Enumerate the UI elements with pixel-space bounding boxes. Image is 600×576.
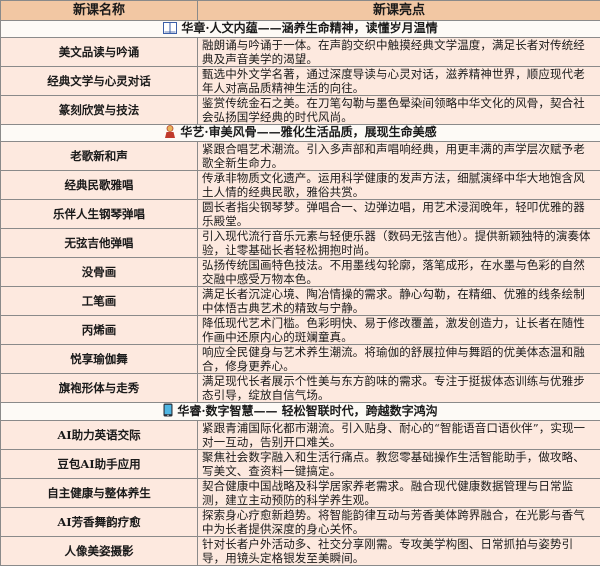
- course-highlight: 满足长者沉淀心境、陶冶情操的需求。静心勾勒，在精细、优雅的线条绘制中体悟古典艺术…: [197, 286, 600, 316]
- course-name: 自主健康与整体养生: [0, 478, 198, 508]
- course-highlight: 紧跟合唱艺术潮流。引入多声部和声唱响经典，用更丰满的声学层次赋予老歌全新生命力。: [197, 141, 600, 171]
- course-highlight: 聚焦社会数字融入和生活行痛点。教您零基础操作生活智能助手，做攻略、写美文、查资料…: [197, 449, 600, 479]
- course-name: 无弦吉他弹唱: [0, 228, 198, 258]
- course-name: 篆刻欣赏与技法: [0, 95, 198, 125]
- table-row: 丙烯画 降低现代艺术门槛。色彩明快、易于修改覆盖，激发创造力，让长者在随性作画中…: [0, 315, 600, 345]
- course-name: 经典民歌雅唱: [0, 170, 198, 200]
- course-name: 美文品读与吟诵: [0, 37, 198, 67]
- header-course-highlights: 新课亮点: [197, 0, 600, 21]
- table-row: 篆刻欣赏与技法 鉴赏传统金石之美。在刀笔勾勒与墨色晕染间领略中华文化的风骨，契合…: [0, 95, 600, 125]
- table-row: 人像美姿摄影 针对长者户外活动多、社交分享刚需。专攻美学构图、日常抓拍与姿势引导…: [0, 536, 600, 566]
- course-name: 工笔画: [0, 286, 198, 316]
- book-icon: [163, 22, 178, 37]
- performer-icon: [164, 125, 176, 141]
- section-row-digital: 华睿·数字智慧—— 轻松智联时代，跨越数字鸿沟: [0, 402, 600, 421]
- table-row: 老歌新和声 紧跟合唱艺术潮流。引入多声部和声唱响经典，用更丰满的声学层次赋予老歌…: [0, 141, 600, 171]
- table-row: 经典文学与心灵对话 甄选中外文学名著，通过深度导读与心灵对话，滋养精神世界，顺应…: [0, 66, 600, 96]
- header-row: 新课名称 新课亮点: [0, 0, 600, 21]
- table-row: 悦享瑜伽舞 响应全民健身与艺术养生潮流。将瑜伽的舒展拉伸与舞蹈的优美体态温和融合…: [0, 344, 600, 374]
- section-row-arts: 华艺·审美风骨——雅化生活品质，展现生命美感: [0, 124, 600, 142]
- section-title: 华章·人文内蕴——涵养生命精神，读懂岁月温情: [181, 21, 438, 36]
- course-highlight: 传承非物质文化遗产。运用科学健康的发声方法，细腻演绎中华大地饱含风土人情的经典民…: [197, 170, 600, 200]
- course-name: 悦享瑜伽舞: [0, 344, 198, 374]
- course-name: 丙烯画: [0, 315, 198, 345]
- course-highlight: 甄选中外文学名著，通过深度导读与心灵对话，滋养精神世界，顺应现代老年人对高品质精…: [197, 66, 600, 96]
- course-highlight: 响应全民健身与艺术养生潮流。将瑜伽的舒展拉伸与舞蹈的优美体态温和融合，修身更养心…: [197, 344, 600, 374]
- table-row: AI助力英语交际 紧跟青浦国际化都市潮流。引入贴身、耐心的“智能语音口语伙伴”，…: [0, 420, 600, 450]
- course-highlight: 紧跟青浦国际化都市潮流。引入贴身、耐心的“智能语音口语伙伴”，实现一对一互动，告…: [197, 420, 600, 450]
- course-name: AI助力英语交际: [0, 420, 198, 450]
- course-highlight: 降低现代艺术门槛。色彩明快、易于修改覆盖，激发创造力，让长者在随性作画中还原内心…: [197, 315, 600, 345]
- section-title: 华艺·审美风骨——雅化生活品质，展现生命美感: [180, 125, 437, 140]
- table-row: 美文品读与吟诵 融朗诵与吟诵于一体。在声韵交织中触摸经典文学温度，满足长者对传统…: [0, 37, 600, 67]
- table-row: 乐伴人生钢琴弹唱 圆长者指尖钢琴梦。弹唱合一、边弹边唱，用艺术浸润晚年，轻叩优雅…: [0, 199, 600, 229]
- course-name: 人像美姿摄影: [0, 536, 198, 566]
- course-highlight: 满足现代长者展示个性美与东方韵味的需求。专注于挺拔体态训练与优雅步态引导，绽放自…: [197, 373, 600, 403]
- course-name: 旗袍形体与走秀: [0, 373, 198, 403]
- table-row: 经典民歌雅唱 传承非物质文化遗产。运用科学健康的发声方法，细腻演绎中华大地饱含风…: [0, 170, 600, 200]
- course-name: 乐伴人生钢琴弹唱: [0, 199, 198, 229]
- course-name: 豆包AI助手应用: [0, 449, 198, 479]
- table-row: 工笔画 满足长者沉淀心境、陶冶情操的需求。静心勾勒，在精细、优雅的线条绘制中体悟…: [0, 286, 600, 316]
- course-highlight: 圆长者指尖钢琴梦。弹唱合一、边弹边唱，用艺术浸润晚年，轻叩优雅的器乐殿堂。: [197, 199, 600, 229]
- table-row: 旗袍形体与走秀 满足现代长者展示个性美与东方韵味的需求。专注于挺拔体态训练与优雅…: [0, 373, 600, 403]
- table-row: 没骨画 弘扬传统国画特色技法。不用墨线勾轮廓，落笔成形，在水墨与色彩的自然交融中…: [0, 257, 600, 287]
- header-course-name: 新课名称: [0, 0, 198, 21]
- table-row: 无弦吉他弹唱 引入现代流行音乐元素与轻便乐器（数码无弦吉他）。提供新颖独特的演奏…: [0, 228, 600, 258]
- course-highlight: 融朗诵与吟诵于一体。在声韵交织中触摸经典文学温度，满足长者对传统经典及声音美学的…: [197, 37, 600, 67]
- course-highlight: 探索身心疗愈新趋势。将智能韵律互动与芳香美体跨界融合，在光影与香气中为长者提供深…: [197, 507, 600, 537]
- course-highlight: 针对长者户外活动多、社交分享刚需。专攻美学构图、日常抓拍与姿势引导，用镜头定格银…: [197, 536, 600, 566]
- course-highlight: 鉴赏传统金石之美。在刀笔勾勒与墨色晕染间领略中华文化的风骨，契合社会弘扬国学经典…: [197, 95, 600, 125]
- course-table: 新课名称 新课亮点 华章·人文内蕴——涵养生命精神，读懂岁月温情 美文品读与吟诵…: [0, 0, 600, 566]
- course-highlight: 契合健康中国战略及科学居家养老需求。融合现代健康数据管理与日常监测，建立主动预防…: [197, 478, 600, 508]
- table-row: 自主健康与整体养生 契合健康中国战略及科学居家养老需求。融合现代健康数据管理与日…: [0, 478, 600, 508]
- section-row-humanities: 华章·人文内蕴——涵养生命精神，读懂岁月温情: [0, 20, 600, 38]
- course-name: 经典文学与心灵对话: [0, 66, 198, 96]
- table-row: AI芳香舞韵疗愈 探索身心疗愈新趋势。将智能韵律互动与芳香美体跨界融合，在光影与…: [0, 507, 600, 537]
- course-highlight: 引入现代流行音乐元素与轻便乐器（数码无弦吉他）。提供新颖独特的演奏体验，让零基础…: [197, 228, 600, 258]
- course-highlight: 弘扬传统国画特色技法。不用墨线勾轮廓，落笔成形，在水墨与色彩的自然交融中感受万物…: [197, 257, 600, 287]
- course-name: 没骨画: [0, 257, 198, 287]
- course-name: AI芳香舞韵疗愈: [0, 507, 198, 537]
- course-name: 老歌新和声: [0, 141, 198, 171]
- section-title: 华睿·数字智慧—— 轻松智联时代，跨越数字鸿沟: [177, 404, 438, 418]
- phone-icon: [163, 403, 173, 420]
- table-row: 豆包AI助手应用 聚焦社会数字融入和生活行痛点。教您零基础操作生活智能助手，做攻…: [0, 449, 600, 479]
